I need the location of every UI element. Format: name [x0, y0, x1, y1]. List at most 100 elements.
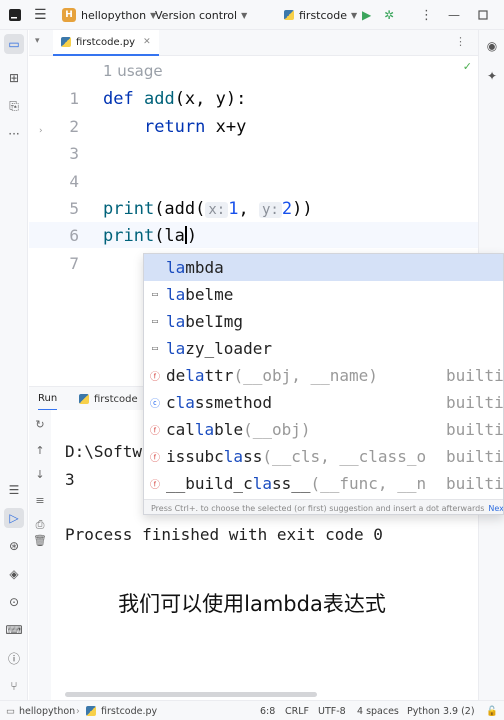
problems-icon[interactable]: ⓘ: [4, 648, 24, 668]
run-toolbar: ↻ ↑ ↓ ≡ ⎙ 🗑: [29, 410, 51, 700]
indent-setting[interactable]: 4 spaces: [357, 701, 399, 720]
completion-item[interactable]: ⓕ issubclass(__cls, __class_o builti: [144, 443, 503, 470]
more-actions-icon[interactable]: ⋮: [420, 0, 433, 30]
completion-rest: ss: [243, 447, 263, 466]
completion-hint-text: Press Ctrl+. to choose the selected (or …: [151, 503, 485, 513]
main-menu-icon[interactable]: ☰: [34, 0, 47, 30]
file-encoding[interactable]: UTF-8: [318, 701, 346, 720]
ide-window: ☰ H hellopython ▼ Version control ▼ firs…: [0, 0, 504, 720]
code-line-6: print(la): [103, 226, 197, 246]
more-tabs-icon[interactable]: ⋮: [455, 35, 466, 48]
line-gutter: 1 2 3 4 5 6 7: [29, 56, 95, 376]
tab-label: firstcode.py: [76, 36, 136, 48]
completion-item[interactable]: ⓕ __build_class__(__func, __n builti: [144, 470, 504, 497]
line-number: 2: [69, 117, 79, 136]
structure-icon[interactable]: ⊞: [4, 68, 24, 88]
completion-name: callable(__obj): [166, 420, 446, 439]
completion-signature: (__obj): [243, 420, 311, 439]
completion-signature: (__func, __n: [310, 474, 427, 493]
python-file-icon: [79, 394, 89, 404]
project-badge: H: [62, 8, 76, 22]
code-text: )): [292, 199, 313, 219]
maximize-icon[interactable]: [478, 0, 488, 30]
line-separator[interactable]: CRLF: [285, 701, 309, 720]
completion-match: la: [166, 285, 186, 304]
function-icon: ⓕ: [150, 480, 160, 491]
run-tab-firstcode[interactable]: firstcode: [73, 387, 144, 411]
vcs-menu[interactable]: Version control ▼: [155, 0, 247, 30]
python-interpreter[interactable]: Python 3.9 (2): [407, 701, 475, 720]
debug-icon[interactable]: ✲: [384, 0, 394, 30]
cursor-position[interactable]: 6:8: [260, 701, 275, 720]
run-tool-icon[interactable]: ▷: [4, 508, 24, 528]
next-tip-link[interactable]: Next Tip: [488, 504, 503, 513]
trash-icon[interactable]: 🗑: [32, 534, 48, 550]
usage-hint[interactable]: 1 usage: [103, 62, 163, 80]
vcs-label: Version control: [155, 8, 238, 22]
line-number: 1: [69, 89, 79, 108]
completion-match: la: [185, 366, 205, 385]
completion-item[interactable]: lambda: [144, 254, 503, 281]
close-icon[interactable]: ✕: [143, 37, 151, 47]
status-project-label: hellopython: [18, 705, 76, 717]
completion-item[interactable]: ⓕ callable(__obj) builti: [144, 416, 503, 443]
completion-rest: ss__: [271, 474, 311, 493]
completion-module: builti: [446, 474, 504, 493]
lock-icon[interactable]: 🔓: [486, 701, 498, 720]
function-name: print: [103, 226, 155, 246]
run-config-name: firstcode: [299, 8, 348, 22]
completion-prefix: cal: [166, 420, 195, 439]
print-icon[interactable]: ⎙: [32, 518, 48, 534]
function-name: print: [103, 199, 155, 219]
completion-item[interactable]: ⓕ delattr(__obj, __name) builti: [144, 362, 503, 389]
horizontal-scrollbar[interactable]: [65, 692, 317, 697]
chevron-down-icon[interactable]: ▾: [35, 36, 40, 46]
run-tool-title[interactable]: Run: [38, 387, 58, 411]
completion-prefix: issubc: [166, 447, 224, 466]
inspection-ok-icon[interactable]: ✓: [463, 60, 472, 73]
notifications-icon[interactable]: ◉: [482, 36, 502, 56]
completion-item[interactable]: ▭ labelImg: [144, 308, 503, 335]
project-selector[interactable]: H hellopython ▼: [62, 0, 156, 30]
number-literal: 1: [228, 199, 239, 219]
current-line-highlight: [29, 222, 478, 248]
function-name: add: [143, 89, 175, 109]
git-icon[interactable]: ⑂: [4, 676, 24, 696]
scroll-up-icon[interactable]: ↑: [32, 444, 48, 460]
completion-name: labelImg: [166, 312, 446, 331]
completion-match: la: [223, 447, 244, 466]
ai-assistant-icon[interactable]: ✦: [482, 66, 502, 86]
python-file-icon: [61, 37, 71, 47]
python-file-icon: [284, 10, 294, 20]
run-icon[interactable]: ▶: [362, 0, 371, 30]
project-folder-icon[interactable]: ▭: [4, 34, 24, 54]
soft-wrap-icon[interactable]: ≡: [32, 494, 48, 510]
status-project[interactable]: ▭ hellopython: [6, 701, 75, 720]
completion-item[interactable]: ▭ lazy_loader: [144, 335, 503, 362]
more-tools-icon[interactable]: ···: [4, 124, 24, 144]
completion-match: la: [166, 258, 186, 277]
param-hint: y:: [258, 202, 282, 218]
keyword: def: [103, 89, 134, 109]
run-config-selector[interactable]: firstcode ▼: [284, 0, 357, 30]
minimize-icon[interactable]: —: [448, 0, 460, 30]
function-icon: ⓕ: [150, 453, 160, 464]
status-file[interactable]: firstcode.py: [86, 701, 157, 720]
completion-item[interactable]: ▭ labelme: [144, 281, 503, 308]
tab-firstcode[interactable]: firstcode.py ✕: [53, 30, 159, 56]
completion-rest: zy_loader: [185, 339, 272, 358]
scroll-down-icon[interactable]: ↓: [32, 468, 48, 484]
completion-name: classmethod: [166, 393, 446, 412]
rerun-icon[interactable]: ↻: [32, 418, 48, 434]
app-logo-icon[interactable]: [8, 0, 22, 30]
completion-rest: belme: [185, 285, 234, 304]
number-literal: 2: [281, 199, 293, 219]
todo-list-icon[interactable]: ☰: [4, 480, 24, 500]
code-text: ): [186, 226, 198, 246]
completion-item[interactable]: ⓒ classmethod builti: [144, 389, 503, 416]
bookmarks-icon[interactable]: ⎘: [4, 96, 24, 116]
layers-icon[interactable]: ◈: [4, 564, 24, 584]
fold-arrow-icon[interactable]: ›: [39, 126, 43, 136]
python-packages-icon[interactable]: ⊛: [4, 536, 24, 556]
terminal-icon[interactable]: ⌨: [4, 620, 24, 640]
